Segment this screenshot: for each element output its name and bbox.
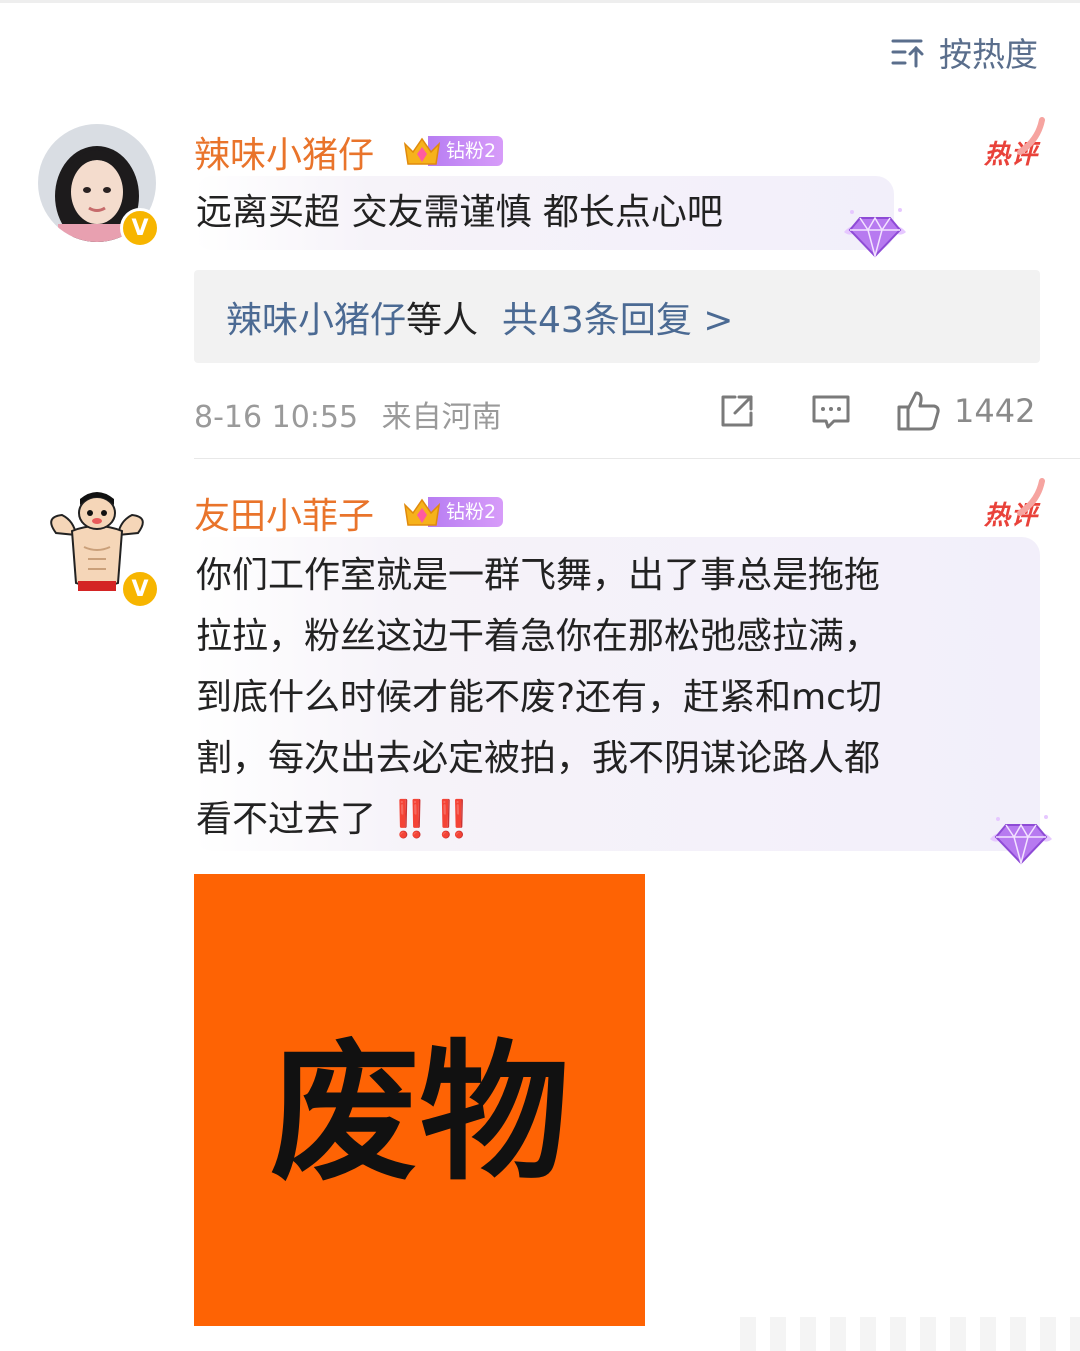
comment-line: 你们工作室就是一群飞舞，出了事总是拖拖 (196, 555, 881, 596)
reply-button[interactable] (806, 386, 856, 436)
crown-icon (402, 495, 442, 529)
watermark-strip (740, 1317, 1080, 1351)
location: 来自河南 (381, 400, 502, 435)
like-button[interactable]: 1442 (896, 389, 1035, 433)
hot-flame-icon (1017, 117, 1045, 155)
fan-level-badge[interactable]: 钻粉2 (402, 495, 504, 529)
fan-level-badge[interactable]: 钻粉2 (402, 134, 504, 168)
comment-actions: 1442 (712, 386, 1035, 436)
like-count: 1442 (954, 392, 1036, 430)
comment-image[interactable]: 废物 (194, 874, 645, 1326)
hot-comment-tag: 热评 (984, 117, 1045, 171)
comment-line-text: 看不过去了 (196, 799, 377, 840)
comment-meta: 8-16 10:55 来自河南 (194, 392, 502, 436)
reply-author[interactable]: 辣味小猪仔 (226, 291, 406, 343)
comment-line: 割，每次出去必定被拍，我不阴谋论路人都 (196, 738, 881, 779)
verified-badge-icon: V (120, 569, 160, 609)
share-icon (721, 395, 753, 427)
username[interactable]: 辣味小猪仔 (194, 126, 374, 178)
reply-suffix: 等人 (406, 299, 479, 341)
username[interactable]: 友田小菲子 (194, 487, 374, 539)
verified-badge-icon: V (120, 208, 160, 248)
replies-link[interactable]: 辣味小猪仔 等人 共43条回复 > (194, 270, 1040, 363)
comment-icon (812, 395, 850, 429)
double-exclamation-emoji: ‼️‼️ (387, 799, 475, 840)
timestamp: 8-16 10:55 (194, 400, 359, 435)
diamond-decoration-icon (990, 815, 1052, 866)
reply-count[interactable]: 共43条回复 > (502, 291, 733, 343)
comment-text: 远离买超 交友需谨慎 都长点心吧 (196, 192, 723, 233)
comment-card: V 辣味小猪仔 钻粉2 热评 远离买超 交友需谨慎 都长点心吧 辣味小猪仔 等人… (0, 0, 1080, 458)
comment-line: 拉拉，粉丝这边干着急你在那松弛感拉满， (196, 616, 881, 657)
hot-flame-icon (1017, 478, 1045, 516)
comment-text: 你们工作室就是一群飞舞，出了事总是拖拖 拉拉，粉丝这边干着急你在那松弛感拉满， … (196, 545, 1036, 850)
share-button[interactable] (712, 386, 762, 436)
diamond-decoration-icon (844, 208, 906, 259)
thumbs-up-icon (897, 391, 940, 431)
crown-icon (402, 134, 442, 168)
image-text: 废物 (269, 1026, 570, 1201)
comment-line: 看不过去了 ‼️‼️ (196, 789, 1036, 850)
hot-comment-tag: 热评 (984, 478, 1045, 532)
comment-line: 到底什么时候才能不废?还有，赶紧和mc切 (196, 677, 882, 718)
